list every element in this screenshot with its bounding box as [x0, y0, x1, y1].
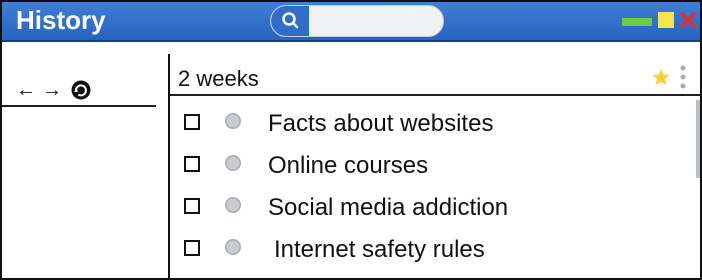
list-item[interactable]: Internet safety rules [170, 228, 700, 270]
item-title[interactable]: Internet safety rules [274, 236, 485, 264]
close-icon[interactable] [680, 12, 696, 28]
heading-divider [170, 94, 700, 96]
window-title: History [16, 5, 106, 35]
search-icon [282, 12, 299, 29]
search-button[interactable] [271, 6, 309, 36]
more-options-icon[interactable] [680, 64, 686, 92]
maximize-icon[interactable] [658, 12, 674, 28]
clock-icon [225, 113, 241, 129]
item-checkbox[interactable] [184, 156, 200, 172]
item-title[interactable]: Facts about websites [268, 110, 493, 138]
clock-icon [225, 239, 241, 255]
clock-icon [225, 197, 241, 213]
search-bar[interactable] [270, 5, 444, 37]
title-bar: History [2, 2, 700, 42]
item-title[interactable]: Online courses [268, 152, 428, 180]
list-item[interactable]: Social media addiction [170, 186, 700, 228]
item-title[interactable]: Social media addiction [268, 194, 508, 222]
item-checkbox[interactable] [184, 240, 200, 256]
minimize-icon[interactable] [622, 18, 652, 26]
clock-icon [225, 155, 241, 171]
forward-arrow-icon[interactable]: → [42, 78, 62, 102]
list-item[interactable]: Facts about websites [170, 102, 700, 144]
item-checkbox[interactable] [184, 114, 200, 130]
star-icon[interactable] [652, 68, 670, 86]
back-arrow-icon[interactable]: ← [16, 78, 36, 102]
nav-divider [2, 105, 156, 107]
refresh-icon[interactable] [70, 79, 92, 107]
history-list: Facts about websites Online courses Soci… [170, 102, 700, 270]
scrollbar[interactable] [696, 100, 700, 178]
period-label: 2 weeks [178, 66, 259, 91]
history-window: History ← → 2 weeks Facts about websites… [0, 0, 702, 280]
item-checkbox[interactable] [184, 198, 200, 214]
list-item[interactable]: Online courses [170, 144, 700, 186]
period-row: 2 weeks [170, 62, 700, 98]
history-panel: 2 weeks Facts about websites Online cour… [170, 42, 700, 278]
